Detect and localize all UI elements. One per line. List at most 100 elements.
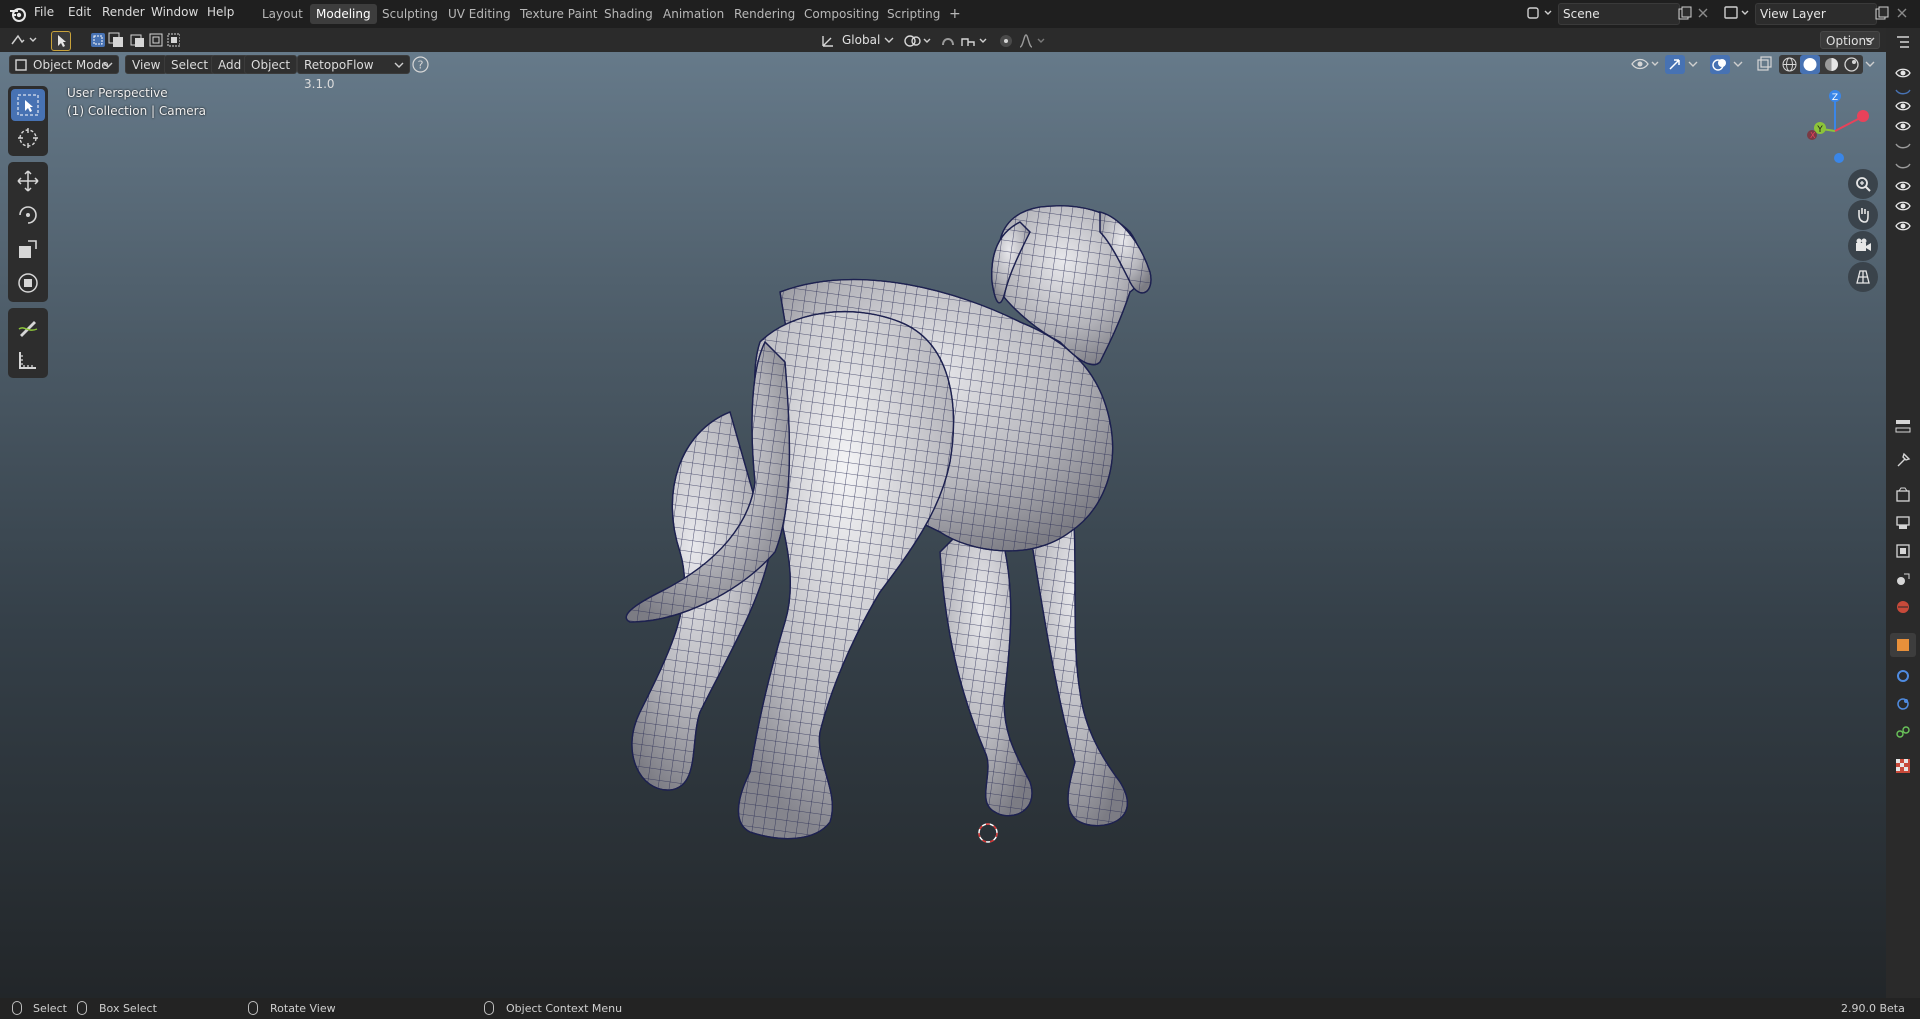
tab-sculpting[interactable]: Sculpting (376, 4, 444, 24)
overlays-icon (1712, 59, 1726, 71)
pivot-point-icon[interactable] (904, 33, 934, 49)
tool-annotate[interactable] (11, 311, 45, 343)
overlays-toggle-button[interactable] (1710, 55, 1730, 74)
tool-cursor[interactable] (11, 122, 45, 154)
tool-rotate[interactable] (11, 199, 45, 231)
chevron-down-icon[interactable] (1865, 61, 1875, 69)
tab-compositing[interactable]: Compositing (798, 4, 885, 24)
menu-edit[interactable]: Edit (68, 5, 91, 19)
menu-window[interactable]: Window (151, 5, 198, 19)
tab-uv-editing[interactable]: UV Editing (442, 4, 517, 24)
camera-view-button[interactable] (1848, 231, 1878, 261)
output-properties-icon[interactable] (1895, 515, 1911, 531)
scene-properties-icon[interactable] (1895, 571, 1911, 587)
world-properties-icon[interactable] (1895, 599, 1911, 615)
tab-modeling[interactable]: Modeling (310, 4, 377, 24)
menu-help[interactable]: Help (207, 5, 234, 19)
eye-icon[interactable] (1895, 118, 1911, 134)
rotate-icon (19, 206, 37, 224)
eye-icon[interactable] (1895, 198, 1911, 214)
object-mode-dropdown[interactable]: Object Mode (9, 55, 119, 74)
view-layer-properties-icon[interactable] (1895, 543, 1911, 559)
delete-scene-icon[interactable] (1697, 7, 1709, 19)
texture-properties-icon[interactable] (1895, 758, 1911, 774)
gizmo-toggle-button[interactable] (1665, 55, 1685, 74)
tab-rendering[interactable]: Rendering (728, 4, 801, 24)
dog-mesh-object[interactable] (600, 172, 1180, 972)
falloff-icon[interactable] (1018, 33, 1048, 49)
active-tool-icon[interactable] (51, 31, 71, 51)
rendered-shading-icon[interactable] (1843, 56, 1860, 73)
cursor-icon (18, 128, 38, 148)
selection-mode-icons[interactable] (90, 32, 180, 48)
select-menu[interactable]: Select (164, 55, 216, 74)
ortho-toggle-button[interactable] (1848, 262, 1878, 292)
properties-editor-icon[interactable] (1895, 418, 1911, 434)
options-dropdown[interactable]: Options (1820, 31, 1880, 49)
new-scene-icon[interactable] (1678, 6, 1692, 20)
blender-logo-icon[interactable] (8, 5, 28, 23)
particle-properties-icon[interactable] (1895, 696, 1911, 712)
transform-icon (18, 273, 38, 293)
eye-closed-icon[interactable] (1895, 158, 1911, 174)
wireframe-shading-icon[interactable] (1781, 56, 1798, 73)
eye-icon[interactable] (1895, 98, 1911, 114)
tool-move[interactable] (11, 165, 45, 197)
navigation-gizmo[interactable]: Z Y X (1800, 87, 1876, 167)
object-mode-icon (15, 59, 27, 71)
menu-render[interactable]: Render (102, 5, 145, 19)
retopoflow-dropdown[interactable]: RetopoFlow 3.1.0 (297, 55, 410, 91)
tab-shading[interactable]: Shading (598, 4, 659, 24)
xray-icon[interactable] (1756, 56, 1773, 73)
chevron-down-icon[interactable] (1733, 61, 1743, 69)
delete-view-layer-icon[interactable] (1896, 7, 1908, 19)
editor-type-icon[interactable] (10, 32, 40, 48)
solid-shading-button[interactable] (1800, 55, 1820, 74)
eye-icon[interactable] (1895, 178, 1911, 194)
tab-animation[interactable]: Animation (657, 4, 730, 24)
annotate-icon (18, 321, 38, 337)
new-view-layer-icon[interactable] (1875, 6, 1889, 20)
pan-button[interactable] (1848, 200, 1878, 230)
outliner-editor-icon[interactable] (1895, 34, 1911, 50)
eye-icon[interactable] (1895, 65, 1911, 81)
view-layer-field[interactable]: View Layer (1755, 3, 1877, 25)
view-layer-browse-icon[interactable] (1724, 5, 1752, 21)
view-menu[interactable]: View (125, 55, 168, 74)
modifier-properties-icon[interactable] (1895, 668, 1911, 684)
tab-scripting[interactable]: Scripting (881, 4, 946, 24)
tab-texture-paint[interactable]: Texture Paint (514, 4, 603, 24)
tool-measure[interactable] (11, 344, 45, 376)
eye-closed-icon[interactable] (1895, 138, 1911, 154)
top-menu-bar: File Edit Render Window Help Layout Mode… (0, 0, 1920, 28)
snap-target-icon[interactable] (960, 33, 990, 49)
material-shading-icon[interactable] (1823, 56, 1840, 73)
tool-select-box[interactable] (11, 89, 45, 121)
svg-text:?: ? (418, 59, 424, 72)
menu-file[interactable]: File (34, 5, 54, 19)
question-icon[interactable]: ? (412, 56, 429, 73)
move-icon (17, 170, 39, 192)
transform-orientation-dropdown[interactable]: Global (842, 33, 880, 47)
eye-icon[interactable] (1895, 218, 1911, 234)
tool-properties-icon[interactable] (1895, 452, 1911, 468)
collection-label: (1) Collection | Camera (67, 104, 206, 118)
proportional-editing-icon[interactable] (998, 33, 1014, 49)
tool-transform[interactable] (11, 267, 45, 299)
mouse-middle-icon (248, 1001, 258, 1015)
zoom-button[interactable] (1848, 169, 1878, 199)
object-properties-tab[interactable] (1890, 633, 1916, 657)
3d-viewport[interactable]: Object Mode View Select Add Object Retop… (0, 52, 1886, 998)
tab-layout[interactable]: Layout (256, 4, 309, 24)
snap-icon[interactable] (940, 33, 956, 49)
object-menu[interactable]: Object (244, 55, 298, 74)
physics-properties-icon[interactable] (1895, 724, 1911, 740)
tool-scale[interactable] (11, 233, 45, 265)
chevron-down-icon[interactable] (1688, 61, 1698, 69)
render-properties-icon[interactable] (1895, 487, 1911, 503)
visibility-icon[interactable] (1631, 56, 1661, 73)
add-menu[interactable]: Add (211, 55, 249, 74)
add-workspace-button[interactable]: + (943, 4, 967, 24)
scene-name-field[interactable]: Scene (1558, 3, 1680, 25)
scene-browse-icon[interactable] (1527, 5, 1555, 21)
